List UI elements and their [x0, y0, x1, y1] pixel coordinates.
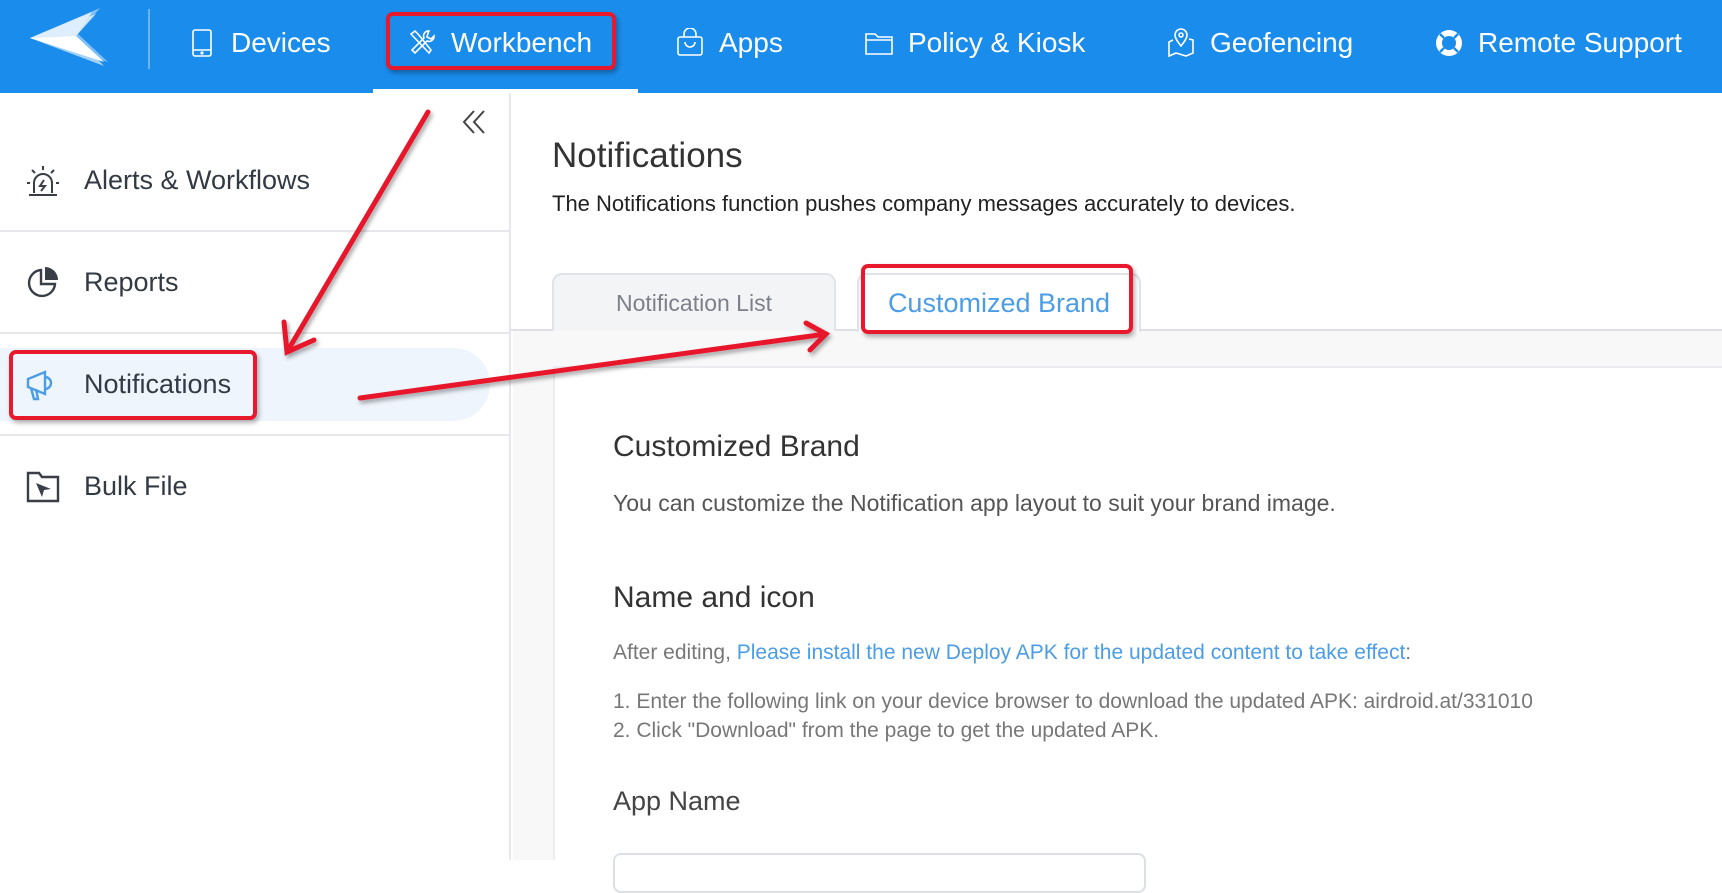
section-title-name-icon: Name and icon [613, 581, 815, 614]
sidebar-item-label: Reports [84, 267, 179, 297]
update-note-prefix: After editing, [613, 641, 737, 664]
sidebar-item-label: Bulk File [84, 471, 188, 501]
top-nav-bar: Devices Workbench Apps Policy & Kiosk Ge… [0, 0, 1722, 93]
sidebar-item-label: Alerts & Workflows [84, 165, 311, 195]
nav-apps-label: Apps [719, 26, 783, 58]
nav-workbench[interactable]: Workbench [407, 0, 592, 85]
nav-apps[interactable]: Apps [675, 0, 783, 85]
map-pin-icon [1168, 27, 1194, 57]
nav-workbench-label: Workbench [451, 26, 593, 58]
tablet-icon [192, 28, 212, 57]
folder-icon [865, 32, 893, 55]
logo-divider [148, 9, 150, 69]
page-title: Notifications [552, 136, 743, 175]
sidebar-item-reports[interactable]: Reports [0, 232, 509, 333]
tab-customized-brand[interactable]: Customized Brand [857, 273, 1141, 333]
page-description: The Notifications function pushes compan… [552, 191, 1296, 216]
nav-geofencing-label: Geofencing [1210, 26, 1354, 58]
nav-policy-kiosk[interactable]: Policy & Kiosk [864, 0, 1085, 85]
sidebar-item-bulk-file[interactable]: Bulk File [0, 436, 509, 537]
nav-remote-support-label: Remote Support [1478, 26, 1682, 58]
nav-policy-kiosk-label: Policy & Kiosk [908, 26, 1086, 58]
tab-label: Notification List [616, 289, 772, 316]
lifebuoy-icon [1436, 29, 1462, 56]
app-name-input[interactable] [613, 853, 1146, 893]
sidebar: Alerts & Workflows Reports Notifications… [0, 93, 511, 860]
sidebar-item-label: Notifications [84, 369, 232, 399]
tools-icon [409, 29, 435, 54]
update-note: After editing, Please install the new De… [613, 641, 1411, 665]
install-deploy-apk-link[interactable]: Please install the new Deploy APK for th… [737, 641, 1406, 664]
pie-chart-icon [27, 266, 58, 297]
nav-geofencing[interactable]: Geofencing [1166, 0, 1353, 85]
siren-icon [27, 165, 59, 196]
step-1: 1. Enter the following link on your devi… [613, 690, 1533, 713]
app-name-label: App Name [613, 786, 741, 816]
airdroid-logo-icon[interactable] [28, 4, 114, 68]
step-2: 2. Click "Download" from the page to get… [613, 719, 1160, 742]
tab-label: Customized Brand [887, 287, 1111, 318]
folder-send-icon [26, 471, 60, 502]
tab-notification-list[interactable]: Notification List [552, 273, 836, 331]
section-description: You can customize the Notification app l… [613, 490, 1336, 516]
sidebar-item-notifications[interactable]: Notifications [0, 334, 509, 435]
nav-devices-label: Devices [231, 26, 331, 58]
section-title-customized-brand: Customized Brand [613, 430, 860, 463]
nav-devices[interactable]: Devices [187, 0, 331, 85]
shopping-bag-icon [677, 27, 703, 56]
sidebar-item-alerts-workflows[interactable]: Alerts & Workflows [0, 130, 509, 231]
nav-remote-support[interactable]: Remote Support [1434, 0, 1682, 85]
megaphone-icon [26, 369, 53, 400]
update-note-suffix: : [1405, 641, 1412, 664]
